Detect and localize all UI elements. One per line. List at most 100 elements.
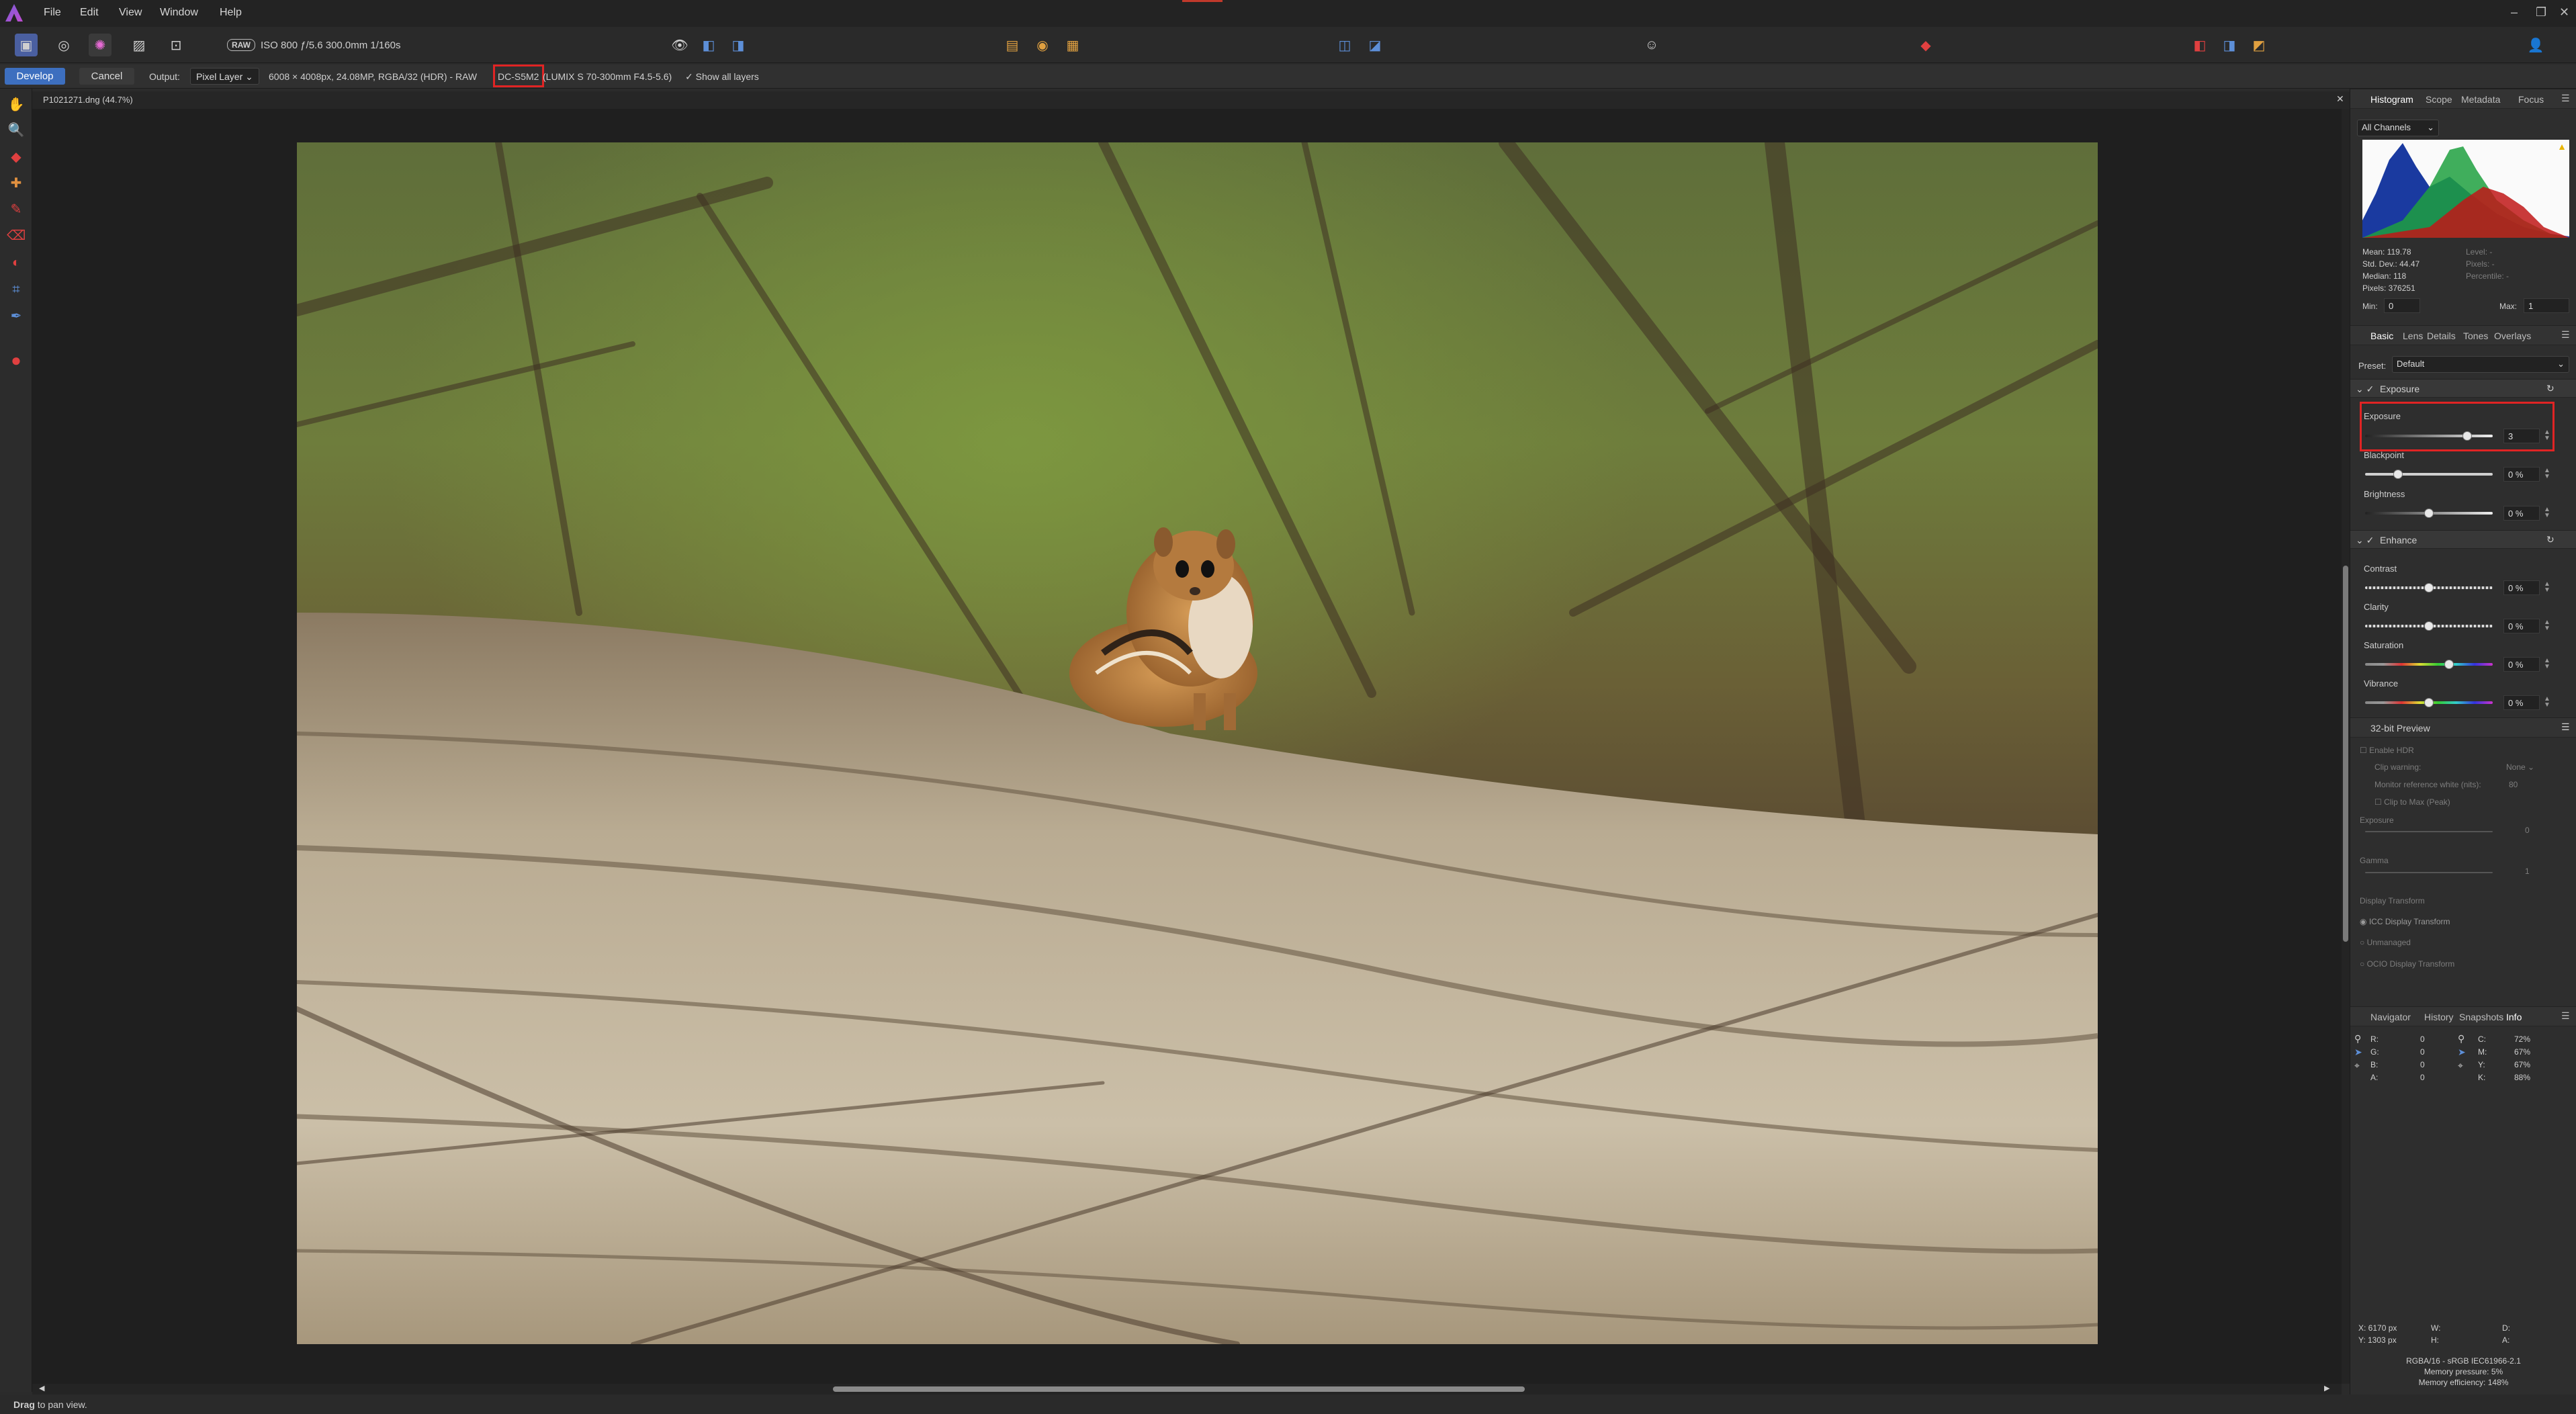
- menu-edit[interactable]: Edit: [80, 7, 99, 19]
- clarity-stepper-icon[interactable]: ▲ ▼: [2544, 619, 2550, 632]
- tab-focus[interactable]: Focus: [2518, 94, 2544, 105]
- clipping-midtones-icon[interactable]: ◨: [2218, 34, 2241, 56]
- eyedropper-icon[interactable]: ⚲: [2354, 1033, 2361, 1045]
- liquify-persona-icon[interactable]: ◎: [52, 34, 75, 56]
- scrollbar-thumb[interactable]: [833, 1386, 1525, 1392]
- enable-hdr-checkbox[interactable]: ☐ Enable HDR: [2360, 746, 2414, 755]
- color-picker-icon[interactable]: ●: [7, 351, 26, 369]
- assistant-icon[interactable]: ☺: [1640, 34, 1663, 56]
- contrast-slider-thumb[interactable]: [2424, 583, 2434, 592]
- crosshair-icon[interactable]: ⌖: [2458, 1060, 2463, 1071]
- overlay-paint-tool-icon[interactable]: ✎: [7, 200, 26, 219]
- brightness-input[interactable]: 0 %: [2503, 506, 2540, 521]
- tab-overlays[interactable]: Overlays: [2494, 330, 2531, 341]
- panel-menu-icon[interactable]: ☰: [2561, 93, 2570, 104]
- preset-select[interactable]: Default ⌄: [2392, 356, 2569, 373]
- overlay-gradient-tool-icon[interactable]: ◐: [7, 253, 26, 272]
- pointer-icon[interactable]: ➤: [2354, 1047, 2362, 1058]
- overlay-icon-3[interactable]: ▦: [1061, 34, 1084, 56]
- tab-metadata[interactable]: Metadata: [2461, 94, 2500, 105]
- channel-select[interactable]: All Channels ⌄: [2357, 120, 2439, 136]
- blackpoint-input[interactable]: 0 %: [2503, 467, 2540, 482]
- develop-button[interactable]: Develop: [5, 68, 65, 85]
- crop-tool-icon[interactable]: ⌗: [7, 280, 26, 299]
- account-icon[interactable]: 👤: [2524, 34, 2547, 56]
- saturation-stepper-icon[interactable]: ▲ ▼: [2544, 658, 2550, 670]
- reset-icon[interactable]: ↻: [2546, 534, 2555, 545]
- minimize-icon[interactable]: –: [2511, 5, 2518, 19]
- close-icon[interactable]: ✕: [2559, 5, 2569, 19]
- mirror-view-icon[interactable]: ◨: [727, 34, 750, 56]
- crosshair-icon[interactable]: ⌖: [2354, 1060, 2360, 1071]
- menu-window[interactable]: Window: [160, 7, 198, 19]
- develop-persona-icon[interactable]: ✺: [89, 34, 112, 56]
- tone-mapping-persona-icon[interactable]: ▨: [128, 34, 150, 56]
- tab-tones[interactable]: Tones: [2463, 330, 2488, 341]
- tab-info[interactable]: Info: [2506, 1012, 2522, 1022]
- scroll-left-icon[interactable]: ◀: [39, 1384, 44, 1393]
- overlay-erase-tool-icon[interactable]: ⌫: [7, 226, 26, 245]
- vscroll-thumb[interactable]: [2343, 566, 2348, 942]
- tab-history[interactable]: History: [2424, 1012, 2454, 1022]
- panel-menu-icon[interactable]: ☰: [2561, 329, 2570, 341]
- close-document-icon[interactable]: ✕: [2336, 93, 2344, 105]
- brightness-slider-thumb[interactable]: [2424, 509, 2434, 518]
- saturation-slider-thumb[interactable]: [2444, 660, 2454, 669]
- blemish-tool-icon[interactable]: ✚: [7, 174, 26, 193]
- document-title[interactable]: P1021271.dng (44.7%): [43, 95, 133, 105]
- tab-snapshots[interactable]: Snapshots: [2459, 1012, 2503, 1022]
- white-balance-tool-icon[interactable]: ✒: [7, 307, 26, 326]
- preview-exposure-value[interactable]: 0: [2525, 826, 2530, 835]
- exposure-group-header[interactable]: ⌄ ✓ Exposure ↻: [2350, 379, 2576, 398]
- hand-tool-icon[interactable]: ✋: [7, 95, 26, 114]
- monitor-white-value[interactable]: 80: [2509, 780, 2518, 789]
- unmanaged-radio[interactable]: ○ Unmanaged: [2360, 938, 2411, 947]
- output-select[interactable]: Pixel Layer ⌄: [190, 68, 259, 85]
- icc-radio[interactable]: ◉ ICC Display Transform: [2360, 917, 2450, 926]
- clip-to-max-checkbox[interactable]: ☐ Clip to Max (Peak): [2374, 797, 2450, 807]
- vibrance-stepper-icon[interactable]: ▲ ▼: [2544, 696, 2550, 709]
- reset-icon[interactable]: ↻: [2546, 383, 2555, 394]
- eyedropper-icon[interactable]: ⚲: [2458, 1033, 2464, 1045]
- tab-histogram[interactable]: Histogram: [2370, 94, 2413, 105]
- photo-persona-icon[interactable]: ▣: [15, 34, 38, 56]
- before-after-icon[interactable]: ◫: [1333, 34, 1356, 56]
- scroll-right-icon[interactable]: ▶: [2324, 1384, 2329, 1393]
- tab-details[interactable]: Details: [2427, 330, 2456, 341]
- panel-menu-icon[interactable]: ☰: [2561, 1010, 2570, 1022]
- vibrance-slider-thumb[interactable]: [2424, 698, 2434, 707]
- min-input[interactable]: 0: [2384, 298, 2420, 313]
- tab-scope[interactable]: Scope: [2426, 94, 2452, 105]
- clarity-slider-thumb[interactable]: [2424, 621, 2434, 631]
- tab-basic[interactable]: Basic: [2370, 330, 2393, 341]
- red-eye-icon[interactable]: ◆: [1914, 34, 1937, 56]
- gamma-track[interactable]: [2365, 872, 2493, 873]
- cancel-button[interactable]: Cancel: [79, 68, 134, 85]
- enhance-group-header[interactable]: ⌄ ✓ Enhance ↻: [2350, 530, 2576, 549]
- clip-warning-select[interactable]: None ⌄: [2506, 762, 2534, 772]
- split-view-icon[interactable]: ◧: [697, 34, 720, 56]
- enhance-group-toggle[interactable]: ⌄ ✓: [2356, 535, 2374, 546]
- menu-file[interactable]: File: [44, 7, 61, 19]
- brightness-stepper-icon[interactable]: ▲ ▼: [2544, 506, 2550, 519]
- max-input[interactable]: 1: [2524, 298, 2569, 313]
- exposure-group-toggle[interactable]: ⌄ ✓: [2356, 384, 2374, 395]
- blackpoint-slider-track[interactable]: [2365, 473, 2493, 476]
- exposure-slider-track[interactable]: [2365, 435, 2493, 437]
- menu-help[interactable]: Help: [220, 7, 242, 19]
- exposure-stepper-icon[interactable]: ▲ ▼: [2544, 429, 2550, 442]
- exposure-slider-thumb[interactable]: [2462, 431, 2472, 441]
- contrast-stepper-icon[interactable]: ▲ ▼: [2544, 581, 2550, 594]
- show-all-layers-checkbox[interactable]: ✓ Show all layers: [685, 71, 759, 83]
- vibrance-input[interactable]: 0 %: [2503, 695, 2540, 710]
- menu-view[interactable]: View: [119, 7, 142, 19]
- view-icon[interactable]: 👁: [668, 34, 691, 56]
- tab-lens[interactable]: Lens: [2403, 330, 2423, 341]
- gamma-value[interactable]: 1: [2525, 867, 2530, 876]
- clipping-highlights-icon[interactable]: ◩: [2248, 34, 2270, 56]
- panel-menu-icon[interactable]: ☰: [2561, 721, 2570, 733]
- saturation-slider-track[interactable]: [2365, 663, 2493, 666]
- contrast-input[interactable]: 0 %: [2503, 580, 2540, 595]
- blackpoint-stepper-icon[interactable]: ▲ ▼: [2544, 468, 2550, 480]
- clarity-input[interactable]: 0 %: [2503, 619, 2540, 633]
